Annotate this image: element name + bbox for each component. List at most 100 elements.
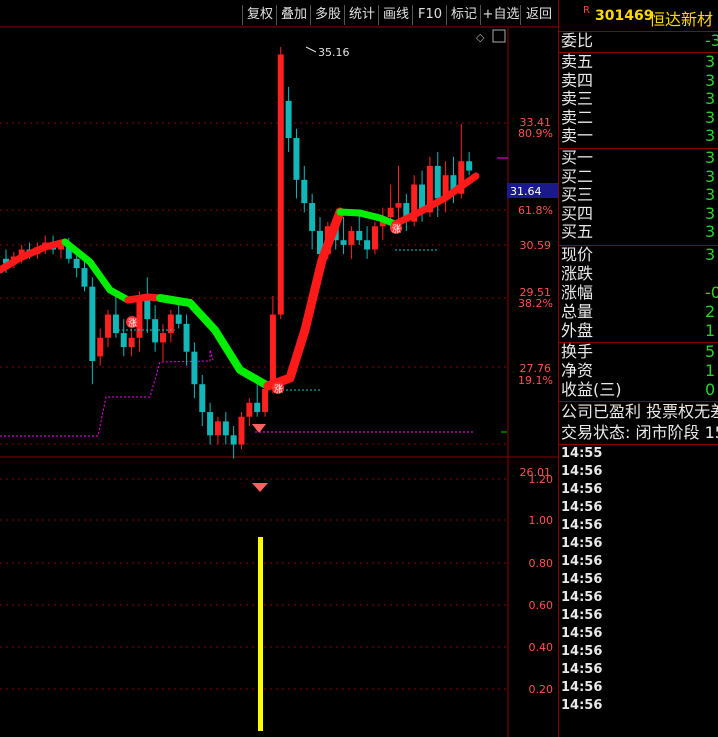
price-tick: 30.59 [520, 239, 552, 252]
toolbar-button[interactable]: F10 [412, 5, 447, 25]
toolbar-button[interactable]: 统计 [344, 5, 379, 25]
tick-time: 14:55 [561, 446, 603, 461]
quote-value: 2 [705, 302, 716, 321]
candle-body [301, 179, 308, 204]
quote-label: 外盘 [561, 321, 594, 340]
quote-value: 3 [705, 185, 716, 205]
quote-label: 买二 [561, 166, 594, 186]
ma-segment [156, 294, 272, 390]
toolbar-button[interactable]: 多股 [310, 5, 345, 25]
candle-body [230, 435, 237, 445]
quote-label: 买一 [561, 148, 594, 167]
candle-body [136, 295, 143, 338]
percent-tick: 80.9% [518, 127, 553, 140]
quote-value: 3 [705, 148, 716, 167]
high-price-leader [305, 46, 317, 53]
quote-label: 买四 [561, 203, 594, 223]
quote-row: 净资 1 [561, 362, 718, 380]
candle-body [120, 333, 127, 348]
indicator-bar [258, 537, 263, 731]
quote-label: 卖四 [561, 70, 594, 90]
candle-body [340, 240, 347, 245]
tick-time: 14:56 [561, 482, 603, 497]
margin-flag: R [583, 5, 590, 16]
candle-body [254, 402, 261, 413]
tick-time: 14:56 [561, 500, 603, 515]
candle-body [434, 165, 441, 199]
candle-body [293, 138, 300, 180]
toolbar-button[interactable]: +自选 [480, 5, 521, 25]
price-axis: 33.4130.5929.5127.7626.0180.9%61.8%38.2%… [497, 116, 558, 479]
percent-tick: 61.8% [518, 204, 553, 217]
stock-code[interactable]: 301469 [595, 8, 653, 24]
candle-body [128, 337, 135, 348]
high-price-label: 35.16 [318, 46, 350, 59]
quote-row: 卖二 3 [561, 107, 718, 127]
current-price-value: 31.64 [510, 185, 542, 198]
candle-body [269, 314, 276, 389]
quote-value: 3 [705, 52, 716, 71]
candle-body [183, 323, 190, 352]
quote-label: 涨幅 [561, 283, 594, 302]
candle-body [160, 333, 166, 343]
quote-value: 1 [705, 321, 716, 340]
candle-body [175, 314, 182, 324]
candle-body [81, 268, 88, 287]
quote-value: 3 [705, 126, 716, 146]
toolbar-button[interactable]: 返回 [520, 5, 557, 25]
quote-side-panel: R 301469 恒达新材 委比-3卖五3卖四3卖三3卖二3卖一3买一3买二3买… [558, 0, 718, 737]
diamond-icon: ◇ [476, 31, 485, 44]
candle-body [395, 203, 402, 208]
toolbar-button[interactable]: 画线 [378, 5, 413, 25]
indicator-tick: 0.20 [529, 683, 554, 696]
candle-body [356, 230, 363, 241]
quote-label: 买三 [561, 185, 594, 205]
quote-row: 涨幅 -0 [561, 284, 718, 302]
tick-time: 14:56 [561, 662, 603, 677]
ma-segment [124, 293, 164, 304]
quote-row: 买三 3 [561, 186, 718, 204]
toolbar: 复权 叠加 多股 统计 画线 F10 标记 +自选 返回 [0, 0, 558, 27]
toolbar-button[interactable]: 标记 [446, 5, 481, 25]
quote-label: 净资 [561, 361, 594, 380]
quote-value: 0 [705, 380, 716, 399]
tick-time: 14:56 [561, 572, 603, 587]
quote-label: 卖二 [561, 107, 594, 127]
quote-row: 卖三 3 [561, 90, 718, 108]
stock-name[interactable]: 恒达新材 [649, 6, 713, 30]
tick-time: 14:56 [561, 698, 603, 713]
kline-chart[interactable]: ◇ 涨涨涨35.16 33.4130.5929.5127.7626.0180.9… [0, 0, 558, 737]
candle-body [277, 54, 284, 315]
toolbar-button[interactable]: 复权 [242, 5, 277, 25]
candle-body [309, 203, 316, 231]
indicator-tick: 1.00 [529, 514, 554, 527]
candle-body [89, 286, 96, 361]
candle-body [246, 402, 253, 417]
quote-row: 买二 3 [561, 166, 718, 186]
candle-body [466, 161, 473, 171]
quote-value: 5 [705, 342, 716, 361]
candle-body [207, 412, 214, 436]
candle-body [214, 421, 221, 436]
tick-time: 14:56 [561, 680, 603, 695]
gem-icon [252, 483, 268, 492]
stock-header: R 301469 恒达新材 [559, 0, 718, 32]
company-note: 公司已盈利 投票权无差 [561, 402, 718, 421]
tick-time: 14:56 [561, 554, 603, 569]
tick-time: 14:56 [561, 518, 603, 533]
quote-label: 卖一 [561, 126, 594, 146]
candle-body [238, 416, 245, 445]
quote-row: 买一 3 [561, 149, 718, 167]
candle-body [371, 226, 378, 250]
candle-body [191, 351, 198, 385]
percent-tick: 38.2% [518, 297, 553, 310]
indicator-tick: 0.80 [529, 557, 554, 570]
quote-row: 买五 3 [561, 223, 718, 241]
percent-tick: 19.1% [518, 374, 553, 387]
quote-row: 卖五 3 [561, 53, 718, 71]
toolbar-button[interactable]: 叠加 [276, 5, 311, 25]
tick-time: 14:56 [561, 608, 603, 623]
quote-row: 卖一 3 [561, 127, 718, 145]
quote-value: -0 [705, 283, 718, 302]
candle-body [348, 230, 355, 245]
